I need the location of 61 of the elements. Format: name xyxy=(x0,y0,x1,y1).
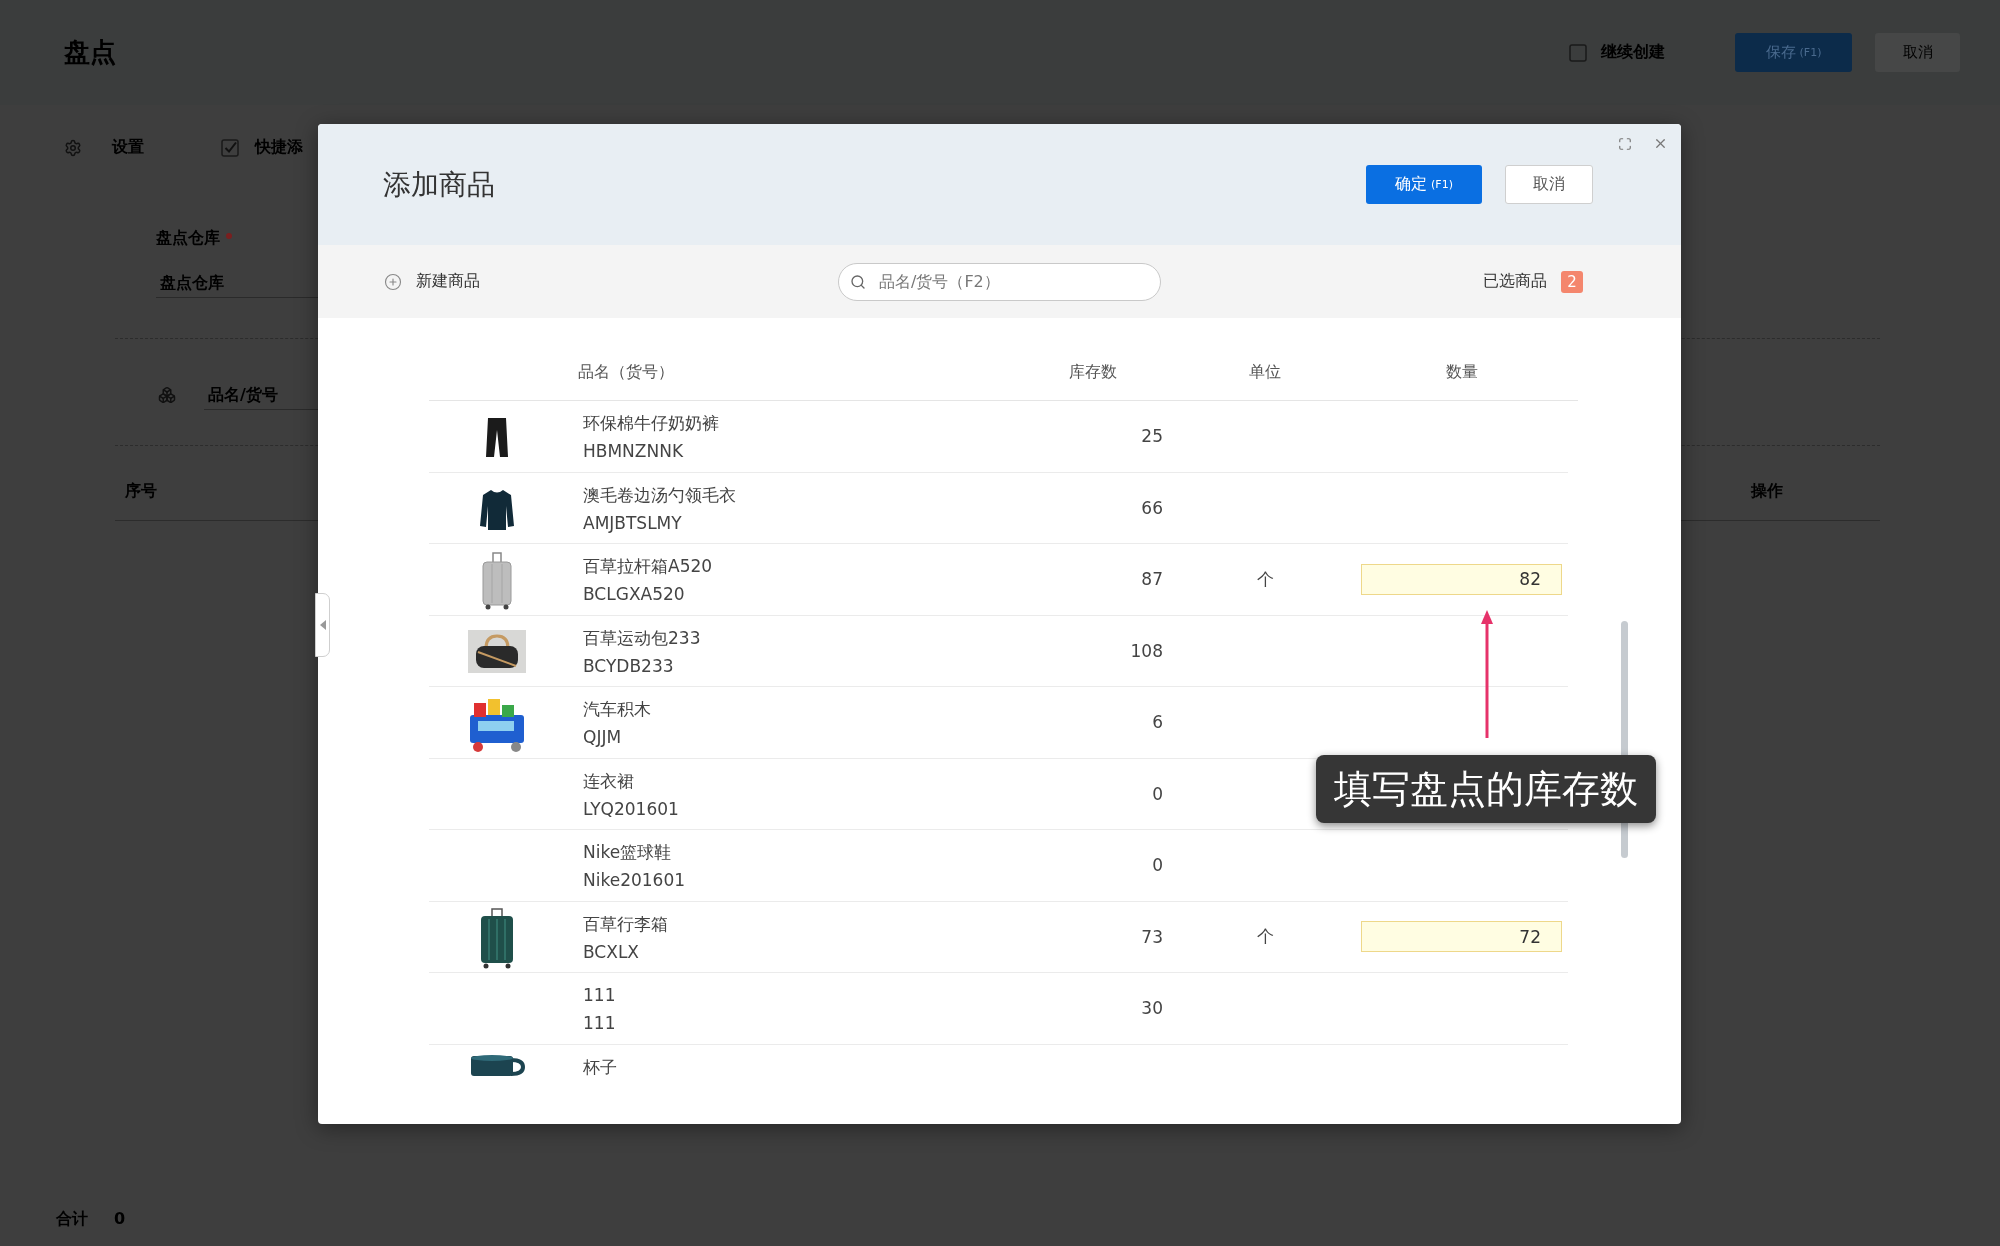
product-name: 百草运动包233 xyxy=(583,626,702,650)
column-header: 数量 xyxy=(1445,362,1478,383)
product-name: 汽车积木 xyxy=(583,698,652,721)
column-header: 序号 xyxy=(125,479,157,502)
product-code: BCYDB233 xyxy=(583,654,675,678)
quantity-field[interactable]: 82 xyxy=(1361,563,1562,595)
checkbox[interactable] xyxy=(1569,43,1587,62)
product-code: BCXLX xyxy=(583,940,640,964)
stock-cell-text: 66 xyxy=(1141,497,1164,518)
product-name: 百草拉杆箱A520 xyxy=(583,555,714,578)
stock-cell-text: 30 xyxy=(1141,998,1164,1019)
product-code: QJJM xyxy=(583,726,623,749)
product-name: 环保棉牛仔奶奶裤 xyxy=(583,412,720,435)
product-code: BCLGXA520 xyxy=(583,583,686,606)
callout-tooltip: 填写盘点的库存数 xyxy=(1316,755,1656,823)
stock-cell-text: 25 xyxy=(1141,426,1164,447)
product-code: 111 xyxy=(583,1012,617,1035)
column-header: 操作 xyxy=(1751,479,1783,502)
stock-cell-text: 6 xyxy=(1152,712,1164,733)
field-label: 盘点仓库 xyxy=(156,227,220,249)
total-value: 0 xyxy=(114,1207,126,1230)
product-name: 澳毛卷边汤勺领毛衣 xyxy=(583,483,737,507)
checkbox[interactable] xyxy=(221,138,239,157)
boxes-icon xyxy=(158,386,176,404)
product-name: 杯子 xyxy=(583,1055,618,1079)
product-name: 百草行李箱 xyxy=(583,912,669,936)
confirm-button[interactable]: 确定 (F1) xyxy=(1366,165,1482,204)
selected-label: 已选商品 xyxy=(1483,271,1547,292)
stock-cell-text: 108 xyxy=(1130,640,1164,661)
product-name: Nike篮球鞋 xyxy=(583,841,673,864)
collapse-tab[interactable] xyxy=(315,593,330,657)
caret-left-icon xyxy=(319,620,326,630)
checkbox-label: 继续创建 xyxy=(1601,42,1665,63)
settings-icon xyxy=(64,138,82,157)
close-icon[interactable] xyxy=(1653,136,1668,151)
quantity-field[interactable]: 72 xyxy=(1361,921,1562,953)
search-field[interactable]: 品名/货号（F2） xyxy=(838,262,1161,301)
dialog-title: 添加商品 xyxy=(383,166,495,203)
product-name: 111 xyxy=(583,984,617,1007)
stock-cell-text: 87 xyxy=(1141,569,1164,590)
column-header: 库存数 xyxy=(1068,362,1117,383)
column-header: 单位 xyxy=(1249,362,1281,383)
stock-cell-text: 73 xyxy=(1141,926,1164,947)
unit-cell: 个 xyxy=(1256,925,1274,949)
product-name: 连衣裙 xyxy=(583,769,635,793)
total-label: 合计 xyxy=(56,1207,88,1230)
count-badge: 2 xyxy=(1561,270,1583,293)
product-code: Nike201601 xyxy=(583,869,687,892)
search-icon xyxy=(850,273,866,290)
unit-cell: 个 xyxy=(1256,567,1274,591)
product-code: AMJBTSLMY xyxy=(583,511,683,535)
product-code: LYQ201601 xyxy=(583,797,680,821)
checkbox-label: 快捷添 xyxy=(255,137,303,158)
cancel-button[interactable]: 取消 xyxy=(1505,165,1593,204)
fullscreen-icon[interactable] xyxy=(1618,136,1632,151)
column-header: 品名（货号） xyxy=(577,362,674,383)
product-code: HBMNZNNK xyxy=(583,440,685,463)
page-title: 盘点 xyxy=(64,36,116,69)
stock-cell-text: 0 xyxy=(1152,783,1164,804)
stock-cell-text: 0 xyxy=(1152,855,1164,876)
plus-circle-icon xyxy=(384,272,402,291)
